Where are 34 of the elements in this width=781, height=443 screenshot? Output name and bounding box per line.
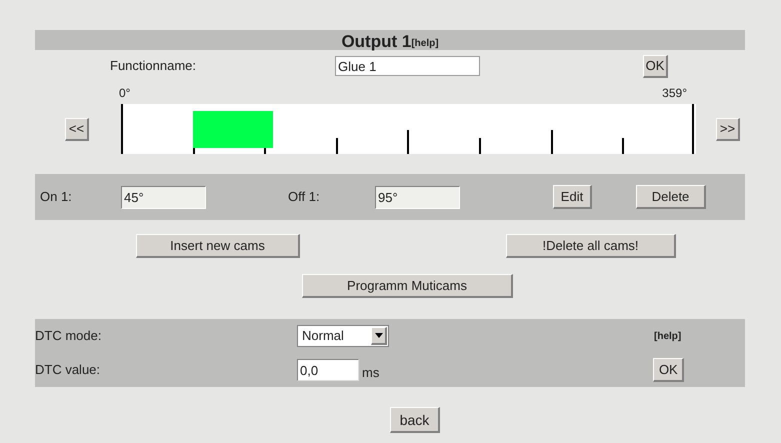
delete-all-button[interactable]: !Delete all cams!: [506, 234, 676, 258]
tick-mark: [121, 104, 123, 154]
input-field[interactable]: 95°: [375, 186, 460, 208]
unit-label: ms: [362, 364, 380, 382]
delete-button[interactable]: Delete: [636, 185, 706, 209]
previous-button[interactable]: <<: [65, 118, 89, 140]
field-label: On 1:: [40, 188, 73, 206]
edit-button[interactable]: Edit: [553, 185, 592, 209]
angle-label: 359°: [662, 85, 687, 102]
tick-mark: [622, 138, 624, 154]
field-label: Functionname:: [110, 57, 197, 76]
field-label: DTC mode:: [35, 327, 102, 346]
tick-mark: [550, 130, 553, 154]
field-label: Off 1:: [288, 188, 321, 206]
program-button[interactable]: Programm Muticams: [302, 274, 513, 298]
tick-mark: [692, 104, 694, 154]
mode-dropdown[interactable]: Normal: [297, 325, 389, 347]
input-field[interactable]: 0,0: [297, 359, 359, 381]
page-title: Output 1: [341, 33, 412, 50]
dropdown-value: Normal: [301, 327, 344, 346]
tick-mark: [479, 138, 481, 154]
angle-label: 0°: [119, 85, 130, 102]
tick-mark: [336, 138, 338, 154]
input-field[interactable]: Glue 1: [335, 56, 480, 76]
back-button[interactable]: back: [390, 407, 440, 433]
insert-button[interactable]: Insert new cams: [136, 234, 300, 258]
next-button[interactable]: >>: [716, 118, 740, 140]
tick-mark: [407, 130, 410, 154]
field-label: DTC value:: [35, 361, 102, 380]
ok-button[interactable]: OK: [653, 358, 684, 382]
help-link[interactable]: [help]: [411, 39, 439, 49]
ok-button[interactable]: OK: [643, 54, 668, 78]
help-link[interactable]: [help]: [654, 328, 682, 344]
input-field[interactable]: 45°: [121, 186, 206, 208]
